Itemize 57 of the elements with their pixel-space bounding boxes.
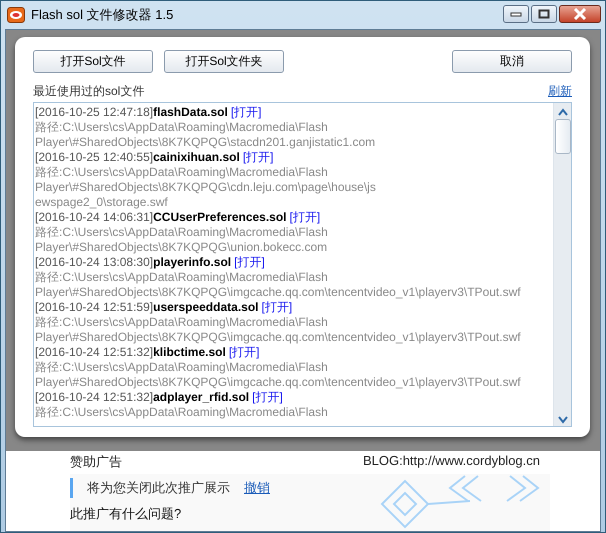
scrollbar[interactable] [553,103,571,426]
file-name: adplayer_rfid.sol [153,390,250,404]
refresh-link[interactable]: 刷新 [548,82,572,100]
timestamp: [2016-10-24 13:08:30] [35,255,154,269]
minimize-button[interactable] [503,5,529,23]
open-link[interactable]: [打开] [252,390,283,404]
file-path: Player\#SharedObjects\8K7KQPQG\imgcache.qq.com\tencentvideo_v1\playerv3\TPout.swf [35,285,522,300]
file-path: Player\#SharedObjects\8K7KQPQG\imgcache.qq.com\tencentvideo_v1\playerv3\TPout.swf [35,375,522,390]
open-link[interactable]: [打开] [261,300,292,314]
ad-notice: 将为您关闭此次推广展示 [87,479,230,497]
file-name: playerinfo.sol [153,255,232,269]
timestamp: [2016-10-25 12:40:55] [35,150,154,164]
file-path: Player\#SharedObjects\8K7KQPQG\stacdn201.ganjistatic1.com [35,135,376,150]
file-path: 路径:C:\Users\cs\AppData\Roaming\Macromedia\Flash [35,165,329,180]
close-button[interactable] [559,5,601,23]
maximize-icon [538,9,550,19]
timestamp: [2016-10-25 12:47:18] [35,105,154,119]
timestamp: [2016-10-24 12:51:32] [35,345,154,359]
maximize-button[interactable] [531,5,557,23]
timestamp: [2016-10-24 14:06:31] [35,210,154,224]
open-link[interactable]: [打开] [228,345,260,359]
open-link[interactable]: [打开] [290,210,320,224]
scroll-up-icon[interactable] [556,106,568,116]
window-title: Flash sol 文件修改器 1.5 [31,6,174,24]
blog-url: BLOG:http://www.cordyblog.cn [362,453,540,470]
file-name: cainixihuan.sol [153,150,240,164]
file-name: flashData.sol [153,105,228,119]
file-path: 路径:C:\Users\cs\AppData\Roaming\Macromedia\Flash [35,405,329,420]
undo-link[interactable]: 撤销 [244,479,270,497]
file-path: 路径:C:\Users\cs\AppData\Roaming\Macromedia\Flash [35,315,329,330]
open-link[interactable]: [打开] [242,150,274,164]
dialog-button[interactable]: 打开Sol文件夹 [164,50,284,73]
timestamp: [2016-10-24 12:51:59] [35,300,154,314]
ad-label: 赞助广告 [70,453,122,471]
file-path: Player\#SharedObjects\8K7KQPQG\union.bokecc.com [35,240,328,255]
file-path: 路径:C:\Users\cs\AppData\Roaming\Macromedia\Flash [35,360,329,375]
file-path: 路径:C:\Users\cs\AppData\Roaming\Macromedia\Flash [35,225,329,240]
minimize-icon [510,11,522,17]
file-name: klibctime.sol [153,345,226,359]
dialog-button[interactable]: 打开Sol文件 [33,50,153,73]
file-name: userspeeddata.sol [153,300,258,314]
file-path: Player\#SharedObjects\8K7KQPQG\imgcache.qq.com\tencentvideo_v1\playerv3\TPout.swf [35,330,522,345]
open-link[interactable]: [打开] [230,105,262,119]
file-path: Player\#SharedObjects\8K7KQPQG\cdn.leju.com\page\house\js [35,180,377,195]
ad-question: 此推广有什么问题? [70,505,182,523]
scroll-thumb[interactable] [554,119,570,154]
timestamp: [2016-10-24 12:51:32] [35,390,154,404]
file-name: CCUserPreferences.sol [153,210,287,224]
file-path: 路径:C:\Users\cs\AppData\Roaming\Macromedia\Flash [35,120,329,135]
dialog-button[interactable]: 取消 [452,50,572,73]
app-icon [7,7,25,23]
close-icon [573,8,587,20]
file-path: ewspage2_0\storage.swf [35,195,169,210]
file-path: 路径:C:\Users\cs\AppData\Roaming\Macromedia\Flash [35,270,329,285]
open-link[interactable]: [打开] [234,255,265,269]
accent-bar [70,478,73,498]
section-label: 最近使用过的sol文件 [33,82,144,100]
